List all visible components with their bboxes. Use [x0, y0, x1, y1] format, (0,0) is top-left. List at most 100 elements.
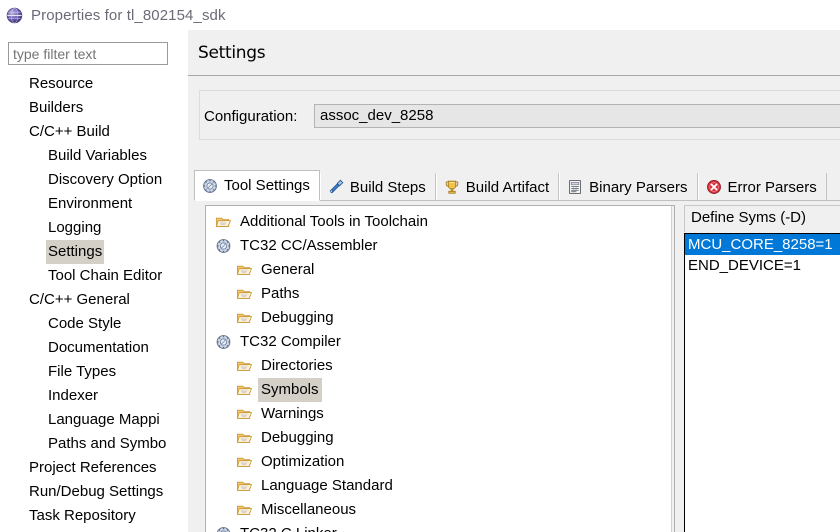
tool-tree-item-general[interactable]: General	[206, 258, 674, 282]
tool-tree-item-label: Additional Tools in Toolchain	[240, 213, 428, 230]
tab-strip[interactable]: Tool Settings Build Steps Build Artifact Bi…	[194, 170, 840, 201]
yellow-folder-icon-glyph	[236, 433, 253, 443]
yellow-folder-icon-glyph	[236, 457, 253, 467]
sidebar-item-build-variables[interactable]: Build Variables	[0, 144, 177, 168]
tool-tree-item-tc32-c-linker[interactable]: TC32 C Linker	[206, 522, 674, 532]
sidebar-item-c-c-build[interactable]: C/C++ Build	[0, 120, 177, 144]
gear-wheel-icon	[202, 178, 218, 194]
sidebar-item-language-mappi[interactable]: Language Mappi	[0, 408, 177, 432]
tool-tree-item-label: TC32 CC/Assembler	[240, 237, 378, 254]
globe-sphere-glyph	[6, 7, 23, 23]
yellow-folder-icon-glyph	[236, 481, 253, 491]
tool-tree-scrollbar[interactable]	[671, 206, 674, 532]
document-list-icon-glyph	[569, 180, 582, 194]
settings-page: Settings Configuration: assoc_dev_8258 T…	[188, 30, 840, 532]
tab-tool-settings[interactable]: Tool Settings	[194, 170, 320, 201]
sidebar-item-discovery-option[interactable]: Discovery Option	[0, 168, 177, 192]
define-sym-entry[interactable]: END_DEVICE=1	[685, 255, 840, 276]
tool-tree[interactable]: Additional Tools in Toolchain TC32 CC/Ass…	[206, 210, 674, 532]
define-syms-list[interactable]: MCU_CORE_8258=1 END_DEVICE=1	[684, 233, 840, 532]
tool-tree-item-label: Optimization	[261, 453, 345, 470]
gold-trophy-icon-glyph	[445, 180, 459, 194]
tool-tree-item-debugging[interactable]: Debugging	[206, 426, 674, 450]
sidebar-item-documentation[interactable]: Documentation	[0, 336, 177, 360]
gear-wheel-icon-glyph	[203, 178, 217, 193]
tab-build-artifact[interactable]: Build Artifact	[435, 173, 560, 201]
sidebar-item-label: Paths and Symbo	[48, 435, 167, 452]
tool-tree-item-label: Directories	[261, 357, 333, 374]
configuration-label: Configuration:	[204, 108, 298, 125]
sidebar-item-project-references[interactable]: Project References	[0, 456, 177, 480]
yellow-folder-icon-glyph	[236, 265, 253, 275]
sidebar-item-c-c-general[interactable]: C/C++ General	[0, 288, 177, 312]
sidebar-item-run-debug-settings[interactable]: Run/Debug Settings	[0, 480, 177, 504]
yellow-folder-icon	[236, 262, 253, 278]
sidebar-item-settings[interactable]: Settings	[0, 240, 177, 264]
sidebar-item-label: Discovery Option	[48, 171, 163, 188]
tab-error-parsers[interactable]: Error Parsers	[697, 173, 827, 201]
tab-label: Build Artifact	[465, 178, 550, 196]
title-separator	[188, 75, 840, 76]
settings-nav-tree[interactable]: Resource Builders C/C++ Build Build Variabl…	[0, 72, 177, 532]
sidebar-item-paths-and-symbo[interactable]: Paths and Symbo	[0, 432, 177, 456]
tab-build-steps[interactable]: Build Steps	[319, 173, 436, 201]
sidebar-item-label: Run/Debug Settings	[29, 483, 164, 500]
define-sym-entry[interactable]: MCU_CORE_8258=1	[685, 234, 840, 255]
gear-wheel-icon-glyph	[216, 335, 231, 349]
sidebar-item-indexer[interactable]: Indexer	[0, 384, 177, 408]
tool-tree-item-tc32-cc-assembler[interactable]: TC32 CC/Assembler	[206, 234, 674, 258]
tab-binary-parsers[interactable]: Binary Parsers	[559, 173, 698, 201]
sidebar-item-label: Environment	[48, 195, 133, 212]
sidebar-item-resource[interactable]: Resource	[0, 72, 177, 96]
tool-tree-item-paths[interactable]: Paths	[206, 282, 674, 306]
tool-tree-item-symbols[interactable]: Symbols	[206, 378, 674, 402]
tool-tree-item-language-standard[interactable]: Language Standard	[206, 474, 674, 498]
tool-tree-item-tc32-compiler[interactable]: TC32 Compiler	[206, 330, 674, 354]
gear-wheel-icon	[215, 238, 232, 254]
sidebar-item-code-style[interactable]: Code Style	[0, 312, 177, 336]
tab-label: Binary Parsers	[589, 178, 688, 196]
sidebar-item-label: Code Style	[48, 315, 122, 332]
document-list-icon	[567, 179, 583, 195]
yellow-folder-icon-glyph	[236, 385, 253, 395]
sidebar-item-label: File Types	[48, 363, 117, 380]
tool-tree-item-directories[interactable]: Directories	[206, 354, 674, 378]
yellow-folder-icon	[236, 502, 253, 518]
define-syms-label: Define Syms (-D)	[691, 209, 807, 226]
tool-tree-item-miscellaneous[interactable]: Miscellaneous	[206, 498, 674, 522]
sidebar-item-label: Documentation	[48, 339, 149, 356]
filter-input[interactable]	[8, 42, 168, 65]
tool-tree-item-warnings[interactable]: Warnings	[206, 402, 674, 426]
yellow-folder-icon	[236, 406, 253, 422]
sidebar-item-tool-chain-editor[interactable]: Tool Chain Editor	[0, 264, 177, 288]
tool-tree-item-debugging[interactable]: Debugging	[206, 306, 674, 330]
yellow-folder-icon-glyph	[236, 505, 253, 515]
gear-wheel-icon	[215, 526, 232, 532]
sidebar-item-label: Logging	[48, 219, 102, 236]
yellow-folder-icon	[236, 382, 253, 398]
properties-dialog: Properties for tl_802154_sdk Resource Bui…	[0, 0, 840, 532]
yellow-folder-icon-glyph	[236, 409, 253, 419]
configuration-combo[interactable]: assoc_dev_8258	[314, 104, 840, 128]
sidebar-item-environment[interactable]: Environment	[0, 192, 177, 216]
tool-tree-item-label: Paths	[261, 285, 300, 302]
tool-tree-item-additional-tools-in-toolchain[interactable]: Additional Tools in Toolchain	[206, 210, 674, 234]
sidebar-item-logging[interactable]: Logging	[0, 216, 177, 240]
sidebar-item-task-repository[interactable]: Task Repository	[0, 504, 177, 528]
sidebar-item-label: Telink Loader	[27, 528, 120, 532]
tool-tree-item-optimization[interactable]: Optimization	[206, 450, 674, 474]
left-pane: Resource Builders C/C++ Build Build Variabl…	[0, 30, 177, 532]
gear-wheel-icon	[215, 334, 232, 350]
sidebar-item-telink-loader[interactable]: Telink Loader	[0, 528, 177, 532]
sidebar-item-label: Task Repository	[29, 507, 136, 524]
sidebar-item-file-types[interactable]: File Types	[0, 360, 177, 384]
sidebar-item-builders[interactable]: Builders	[0, 96, 177, 120]
window-title: Properties for tl_802154_sdk	[31, 6, 226, 24]
sidebar-item-label: C/C++ General	[29, 291, 130, 308]
yellow-folder-icon-glyph	[236, 313, 253, 323]
tool-tree-item-label: Debugging	[261, 309, 334, 326]
sidebar-item-label: Resource	[29, 75, 94, 92]
define-syms-group: Define Syms (-D) MCU_CORE_8258=1 END_DEVI…	[684, 205, 840, 532]
gear-wheel-icon-glyph	[216, 527, 231, 532]
sidebar-item-label: Indexer	[48, 387, 99, 404]
